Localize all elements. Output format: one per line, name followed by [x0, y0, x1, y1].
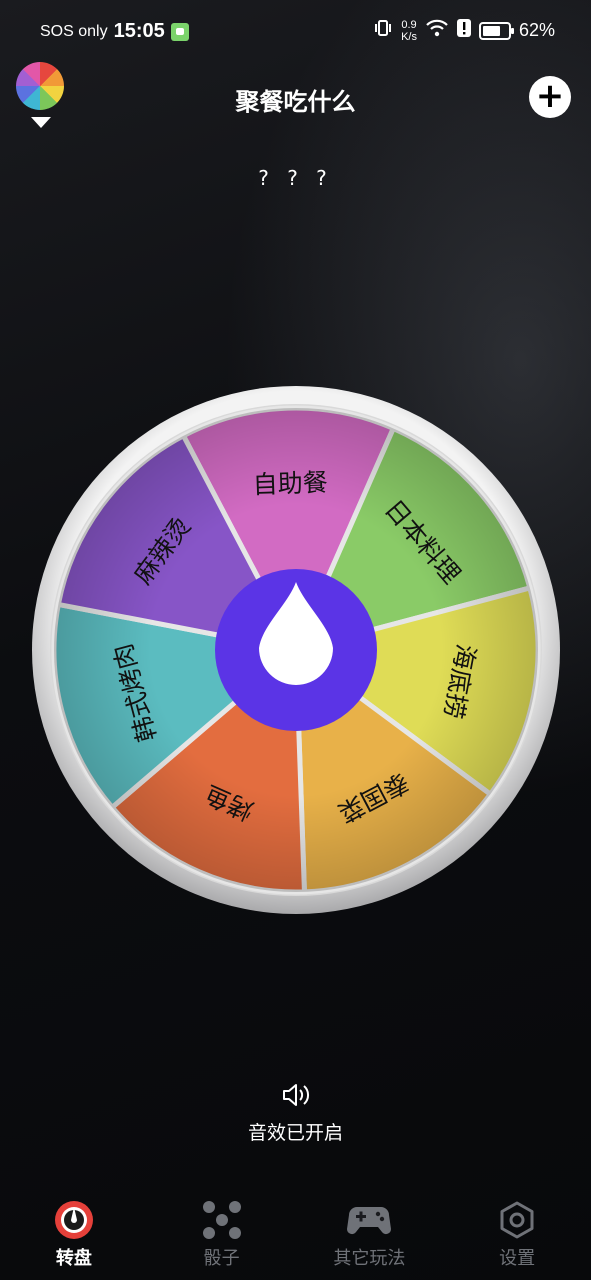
wifi-icon [425, 18, 449, 43]
net-speed-unit: K/s [401, 30, 417, 43]
vibrate-icon [373, 18, 393, 43]
nav-label-other-games: 其它玩法 [333, 1248, 406, 1269]
chevron-down-icon [31, 117, 51, 128]
wheel-segment-label: 自助餐 [252, 468, 328, 500]
nav-item-other-games[interactable]: 其它玩法 [296, 1196, 444, 1280]
nav-label-settings: 设置 [499, 1248, 536, 1269]
clock: 15:05 [113, 20, 165, 42]
bottom-nav: 转盘 骰子 其它玩法 设置 [0, 1196, 591, 1280]
app-notification-icon [170, 22, 189, 41]
status-bar: SOS only 15:05 0.9 K/s 62% [0, 0, 591, 62]
nav-item-wheel[interactable]: 转盘 [0, 1196, 148, 1280]
gamepad-icon [347, 1207, 392, 1234]
spin-wheel[interactable]: 自助餐 日本料理 海底捞 泰国菜 烤鱼 韩式烤肉 麻辣烫 [32, 386, 560, 914]
battery-percent: 62% [518, 20, 555, 40]
network-speed: 0.9 K/s [401, 19, 417, 43]
dice-icon [202, 1201, 241, 1239]
settings-icon [500, 1201, 534, 1239]
alert-icon [456, 18, 471, 43]
sound-status-label: 音效已开启 [247, 1122, 343, 1144]
nav-label-dice: 骰子 [203, 1248, 240, 1269]
battery-icon [478, 21, 514, 40]
app-header: 聚餐吃什么 + [0, 62, 591, 142]
spin-result: ? ? ? [258, 166, 333, 190]
status-right: 0.9 K/s 62% [373, 18, 555, 43]
nav-label-wheel: 转盘 [55, 1248, 92, 1269]
sound-toggle[interactable]: 音效已开启 [0, 1082, 591, 1145]
status-left: SOS only 15:05 [40, 20, 189, 43]
speaker-icon [0, 1082, 591, 1112]
plus-icon: + [535, 76, 565, 116]
nav-item-dice[interactable]: 骰子 [148, 1196, 296, 1280]
add-button[interactable]: + [529, 76, 571, 118]
wheel-tab-icon [54, 1201, 93, 1239]
net-speed-value: 0.9 [401, 18, 417, 31]
carrier-text: SOS only [40, 22, 108, 40]
wheel-graphic[interactable]: 自助餐日本料理海底捞泰国菜烤鱼韩式烤肉麻辣烫 [32, 386, 560, 914]
page-title: 聚餐吃什么 [235, 88, 356, 116]
nav-item-settings[interactable]: 设置 [443, 1196, 591, 1280]
